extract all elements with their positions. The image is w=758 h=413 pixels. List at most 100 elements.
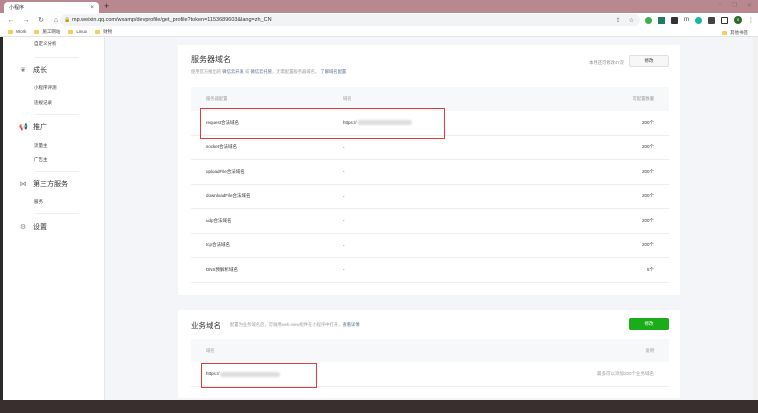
divider (35, 57, 79, 58)
count-cell: 200个 (641, 242, 654, 248)
sidebar-section-label: 推广 (33, 124, 47, 131)
sidepanel-icon[interactable] (721, 16, 728, 24)
count-cell: 200个 (641, 144, 654, 150)
back-icon[interactable]: ← (7, 17, 15, 24)
divider (35, 171, 79, 172)
domain-cell: - (343, 194, 642, 199)
sidebar-section-label: 设置 (33, 224, 47, 231)
business-domain-card: 业务域名 配置为业务域名后，可调用web-view组件在小程序中打开，查看详情 … (178, 310, 680, 398)
third-party-icon: ⋈ (19, 181, 27, 188)
sidebar-item-services[interactable]: 服务 (34, 199, 43, 205)
folder-icon (8, 29, 13, 34)
divider (35, 114, 79, 115)
sidebar: 自定义分析 ❦ 成长 小程序评测 违规记录 📢 推广 流量主 广告主 ⋈ 第三方服务 … (3, 37, 105, 400)
highlight-box (200, 108, 445, 139)
details-link[interactable]: 查看详情 (342, 322, 359, 327)
share-icon[interactable]: ⇪ (616, 17, 621, 24)
table-row: DNS预解析域名 - 5个 (191, 258, 669, 283)
folder-icon (34, 29, 40, 34)
domain-cell: - (343, 145, 642, 150)
bookmark-folder[interactable]: Linux (68, 29, 87, 34)
browser-toolbar: ← → ↻ ⌂ 🔒 mp.weixin.qq.com/wxamp/devprof… (0, 13, 758, 27)
taskbar (0, 400, 758, 413)
table-row: downloadFile合法域名 - 200个 (191, 185, 669, 209)
puzzle-icon[interactable] (708, 16, 715, 24)
folder-icon (722, 31, 727, 35)
home-icon[interactable]: ⌂ (52, 17, 60, 24)
menu-icon[interactable]: ⋮ (748, 17, 754, 24)
domain-config-link[interactable]: 了解域名配置 (320, 69, 346, 74)
sidebar-item-advertiser[interactable]: 广告主 (34, 157, 48, 163)
bookmark-folder[interactable]: 财物 (95, 29, 112, 35)
extension-icon[interactable] (671, 16, 678, 24)
table-row: udp合法域名 - 200个 (191, 209, 669, 234)
forward-icon[interactable]: → (22, 17, 30, 24)
sidebar-item-custom-analysis[interactable]: 自定义分析 (34, 41, 57, 47)
cloud-dev-link[interactable]: 微信云开发 (222, 69, 243, 74)
table-header: 域名 说明 (191, 339, 669, 362)
profile-avatar[interactable]: S (734, 16, 742, 24)
extension-icon[interactable] (695, 16, 702, 24)
count-cell: 200个 (641, 168, 654, 174)
minimize-icon[interactable]: – (718, 2, 721, 9)
sidebar-item-violations[interactable]: 违规记录 (34, 100, 52, 106)
lock-icon: 🔒 (64, 17, 71, 23)
highlight-box (201, 363, 317, 388)
new-tab-button[interactable]: + (104, 1, 109, 11)
desc-text: ，无需配置服务器域名。 (271, 69, 320, 74)
sidebar-item-review[interactable]: 小程序评测 (34, 85, 57, 91)
config-name-cell: DNS预解析域名 (206, 266, 239, 272)
extension-icon[interactable] (658, 16, 665, 24)
maximize-icon[interactable]: ❐ (732, 2, 737, 9)
sidebar-section-third-party[interactable]: ⋈ 第三方服务 (19, 179, 69, 189)
edit-server-domain-button[interactable]: 修改 (629, 55, 669, 67)
table-row: uploadFile合法域名 - 200个 (191, 160, 669, 185)
config-name-cell: socket合法域名 (206, 144, 238, 150)
domain-text: - (343, 193, 345, 199)
count-cell: 5个 (646, 266, 654, 272)
sidebar-item-publisher[interactable]: 流量主 (34, 143, 48, 149)
bookmark-folder[interactable]: 施工网站 (34, 29, 60, 35)
desc-text: 配置为业务域名后，可调用web-view组件在小程序中打开， (230, 322, 343, 327)
window-controls: – ❐ ✕ (718, 2, 752, 9)
table-row: tcp合法域名 - 200个 (191, 234, 669, 258)
edit-business-domain-button[interactable]: 修改 (629, 318, 669, 330)
cloud-hosting-link[interactable]: 微信云托管 (250, 69, 271, 74)
browser-tab[interactable]: 小程序 × (4, 2, 99, 13)
server-domain-card: 服务器域名 使用官方推出的 微信云开发 或 微信云托管，无需配置服务器域名。 了… (178, 45, 680, 295)
domain-cell: - (343, 218, 642, 223)
page: 自定义分析 ❦ 成长 小程序评测 违规记录 📢 推广 流量主 广告主 ⋈ 第三方服务 … (3, 37, 758, 400)
section-title: 业务域名 (191, 321, 221, 330)
sidebar-section-settings[interactable]: ⚙ 设置 (19, 222, 47, 232)
desc-text: 或 (244, 69, 250, 74)
star-icon[interactable]: ☆ (629, 17, 634, 24)
scrollbar[interactable] (753, 37, 758, 400)
address-bar[interactable]: 🔒 mp.weixin.qq.com/wxamp/devprofile/get_… (60, 14, 640, 26)
bookmark-label: Work (16, 29, 27, 34)
close-window-icon[interactable]: ✕ (747, 2, 752, 9)
extension-icon[interactable] (645, 16, 652, 24)
sidebar-section-promotion[interactable]: 📢 推广 (19, 122, 47, 132)
reload-icon[interactable]: ↻ (37, 16, 45, 24)
divider (35, 213, 79, 214)
column-header: 可配置数量 (632, 96, 654, 101)
edit-quota: 本月还可修改47次 (589, 60, 624, 65)
column-header: 说明 (645, 347, 654, 353)
bookmark-label: 财物 (103, 28, 113, 34)
sidebar-section-growth[interactable]: ❦ 成长 (19, 65, 47, 75)
tab-title: 小程序 (9, 5, 25, 11)
domain-text: - (343, 144, 345, 150)
domain-cell: - (343, 169, 642, 174)
domain-cell: - (343, 243, 642, 248)
gear-icon: ⚙ (19, 224, 27, 231)
config-name-cell: tcp合法域名 (206, 242, 231, 248)
count-cell: 200个 (641, 193, 654, 199)
bookmark-folder[interactable]: Work (8, 29, 26, 34)
bookmark-label: 施工网站 (42, 28, 61, 34)
section-description: 配置为业务域名后，可调用web-view组件在小程序中打开，查看详情 (230, 322, 360, 328)
sidebar-section-label: 第三方服务 (33, 181, 68, 188)
note-cell: 最多可以添加200个业务域名 (596, 371, 654, 376)
extension-icon[interactable]: m (684, 17, 689, 24)
other-bookmarks[interactable]: 其他书签 (722, 30, 748, 36)
close-tab-icon[interactable]: × (90, 5, 94, 11)
